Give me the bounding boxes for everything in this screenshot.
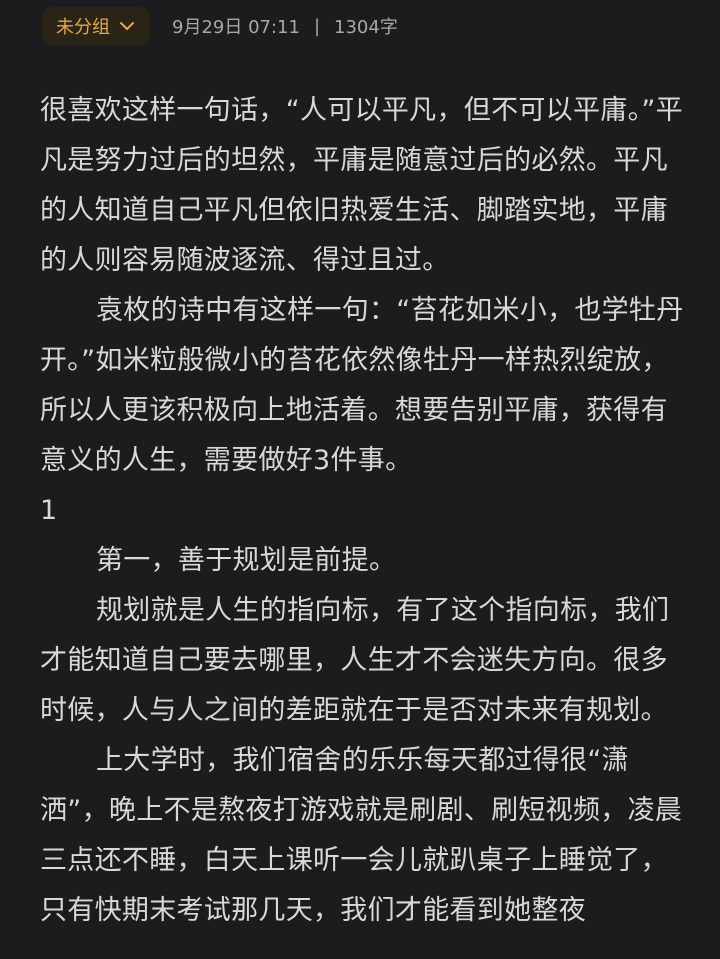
chevron-down-icon (120, 22, 134, 30)
section-heading: 第一，善于规划是前提。 (96, 545, 397, 576)
note-body[interactable]: 很喜欢这样一句话，“人可以平凡，但不可以平庸。”平凡是努力过后的坦然，平庸是随意… (40, 86, 690, 936)
meta-separator: | (313, 15, 321, 37)
paragraph: 很喜欢这样一句话，“人可以平凡，但不可以平庸。”平凡是努力过后的坦然，平庸是随意… (40, 95, 683, 276)
note-meta-bar: 未分组 9月29日 07:11 | 1304字 (42, 6, 398, 46)
group-label: 未分组 (56, 17, 110, 38)
note-date: 9月29日 07:11 (172, 17, 300, 38)
word-count: 1304字 (334, 17, 398, 38)
paragraph: 上大学时，我们宿舍的乐乐每天都过得很“潇洒”，晚上不是熬夜打游戏就是刷剧、刷短视… (40, 745, 683, 926)
paragraph: 袁枚的诗中有这样一句：“苔花如米小，也学牡丹开。”如米粒般微小的苔花依然像牡丹一… (40, 295, 684, 476)
section-number: 1 (40, 495, 58, 526)
group-selector[interactable]: 未分组 (42, 7, 150, 45)
paragraph: 规划就是人生的指向标，有了这个指向标，我们才能知道自己要去哪里，人生才不会迷失方… (40, 595, 670, 726)
